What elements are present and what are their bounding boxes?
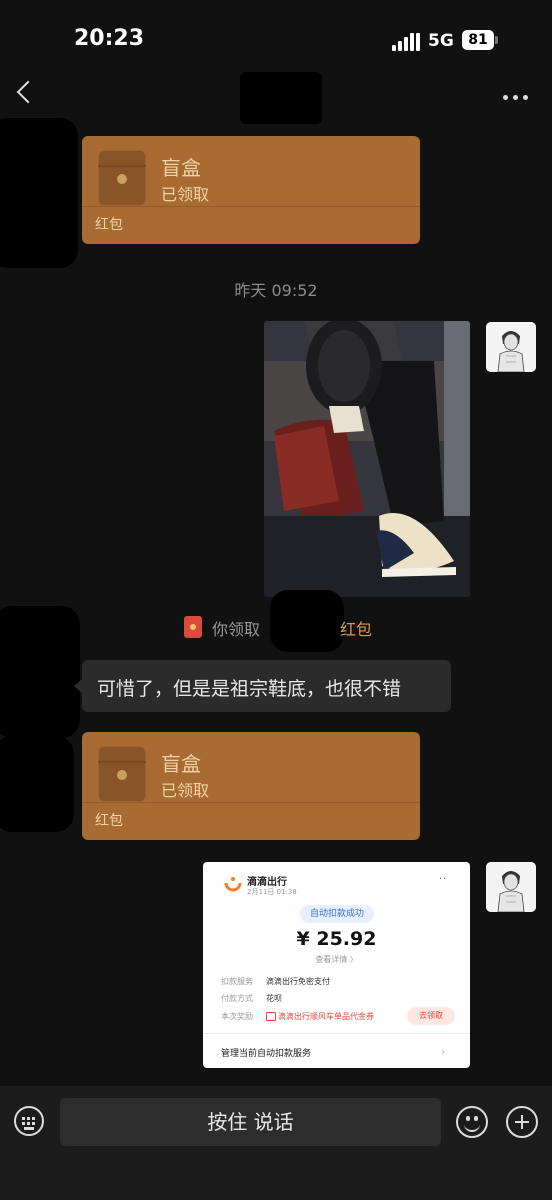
red-packet-status: 已领取	[161, 185, 210, 204]
more-dots-icon: ··	[439, 874, 448, 885]
redacted-avatar-1	[0, 118, 78, 268]
red-packet-icon	[98, 746, 146, 802]
chevron-right-icon: ›	[441, 1045, 446, 1058]
red-packet-card[interactable]: 盲盒 已领取 红包	[82, 732, 420, 840]
chat-screen: 20:23 5G 81 盲盒 已领取 红包 昨天 09:52 你领取 红包 可惜…	[0, 0, 552, 1200]
battery-icon: 81	[462, 30, 494, 50]
red-packet-icon	[98, 150, 146, 206]
message-text: 可惜了，但是是祖宗鞋底，也很不错	[97, 678, 402, 700]
red-packet-status: 已领取	[161, 781, 210, 800]
payment-date: 2月11日 01:38	[247, 888, 297, 896]
chat-title-redacted	[240, 72, 322, 124]
system-notice	[0, 614, 552, 640]
payment-row: 扣款服务 滴滴出行免密支付	[221, 977, 330, 986]
battery-tip	[495, 36, 498, 44]
coupon-icon	[266, 1012, 276, 1021]
payment-screenshot-message[interactable]: 滴滴出行 2月11日 01:38 ·· 自动扣款成功 ¥ 25.92 查看详情 …	[203, 862, 470, 1068]
status-bar: 20:23 5G 81	[0, 0, 552, 80]
red-packet-icon	[184, 616, 202, 638]
payment-status-badge: 自动扣款成功	[300, 905, 374, 923]
notice-text: 你领取	[212, 620, 261, 639]
claim-button: 去领取	[407, 1007, 455, 1025]
payment-amount: ¥ 25.92	[296, 928, 377, 950]
image-message[interactable]	[264, 321, 470, 597]
red-packet-label: 红包	[95, 813, 123, 829]
keyboard-icon[interactable]	[14, 1106, 44, 1136]
red-packet-card[interactable]: 盲盒 已领取 红包	[82, 136, 420, 244]
more-dots-icon[interactable]	[503, 95, 529, 101]
didi-logo-icon	[224, 877, 242, 892]
manage-autopay-link: 管理当前自动扣款服务	[221, 1049, 312, 1059]
payment-app-name: 滴滴出行	[247, 877, 287, 888]
payment-detail-link: 查看详情 〉	[315, 955, 358, 964]
network-type: 5G	[428, 31, 454, 51]
payment-row: 付款方式 花呗	[221, 994, 282, 1003]
red-packet-title: 盲盒	[161, 752, 201, 776]
message-timestamp: 昨天 09:52	[234, 281, 318, 300]
red-packet-label: 红包	[95, 217, 123, 233]
status-time: 20:23	[74, 26, 145, 51]
signal-icon	[392, 31, 420, 51]
avatar[interactable]	[486, 322, 536, 372]
red-packet-title: 盲盒	[161, 156, 201, 180]
text-message[interactable]: 可惜了，但是是祖宗鞋底，也很不错	[74, 660, 451, 712]
redacted-avatar-3	[0, 736, 74, 832]
emoji-icon[interactable]	[456, 1106, 488, 1138]
hold-to-talk-button[interactable]: 按住 说话	[60, 1098, 441, 1146]
avatar[interactable]	[486, 862, 536, 912]
notice-link[interactable]: 红包	[340, 616, 372, 640]
plus-icon[interactable]	[506, 1106, 538, 1138]
